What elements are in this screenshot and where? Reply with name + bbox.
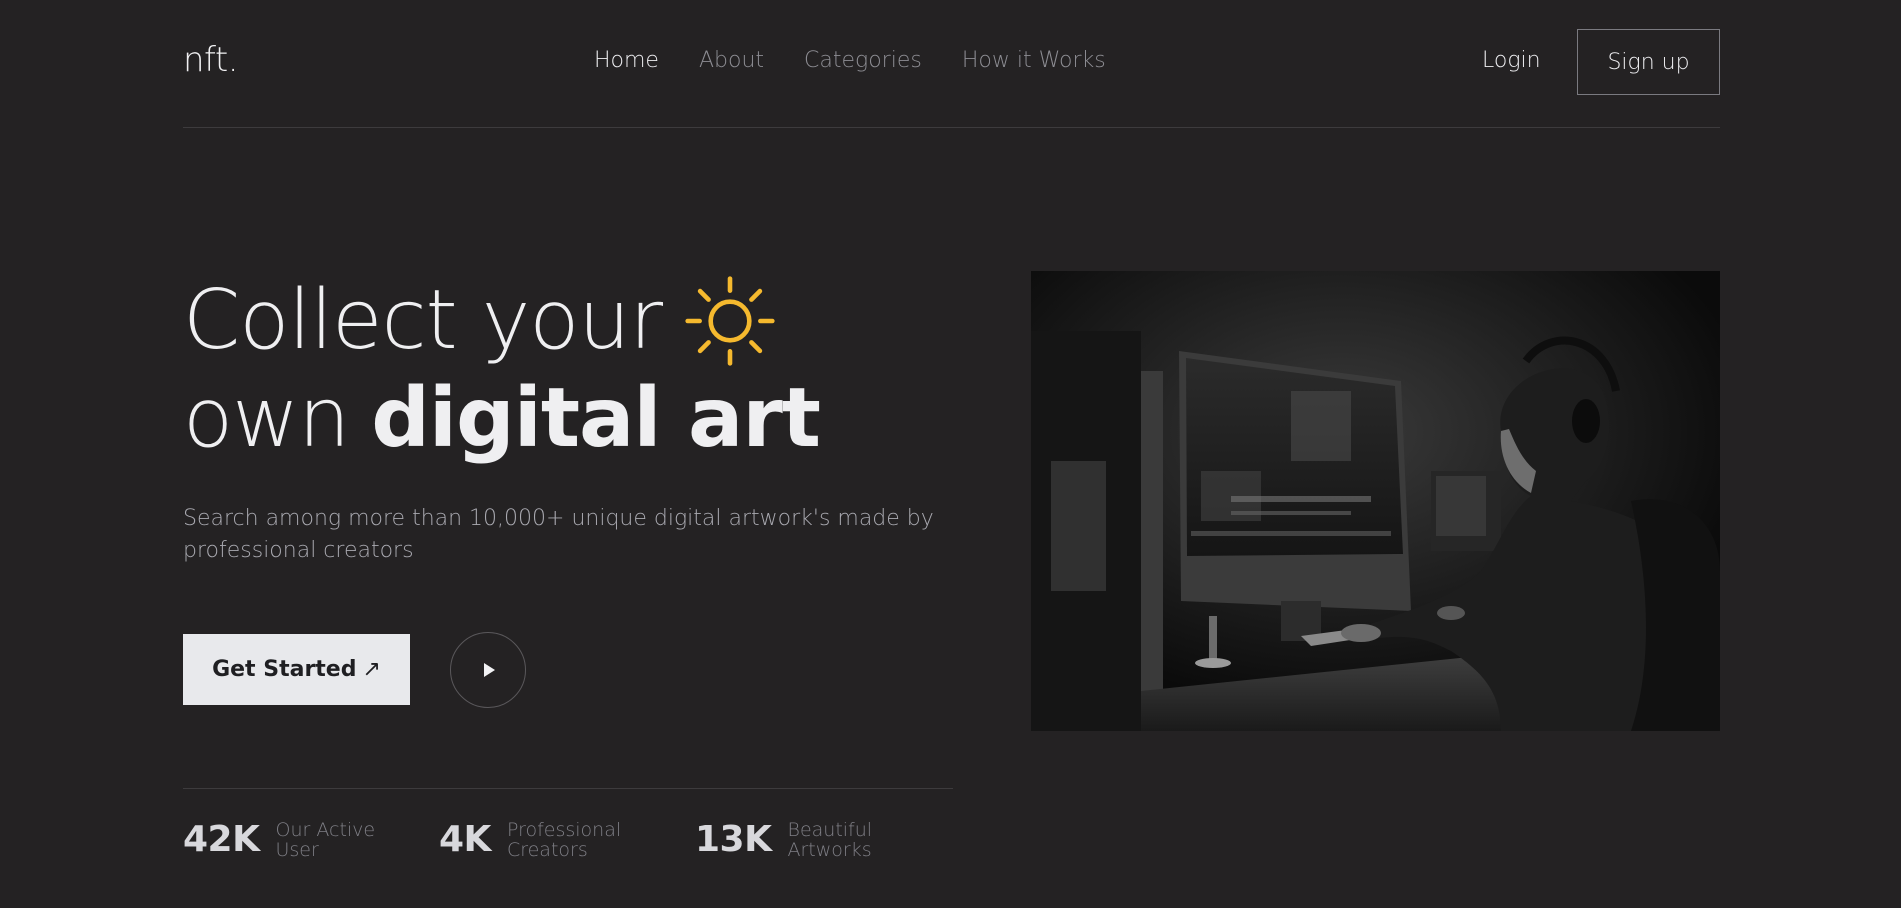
person-at-computer-photo xyxy=(1031,271,1720,731)
stat-label-line-1: Professional xyxy=(506,819,622,841)
hero-photo xyxy=(1031,271,1720,731)
play-video-button[interactable] xyxy=(450,632,526,708)
stat-value: 13K xyxy=(695,819,772,860)
get-started-button[interactable]: Get Started ↗ xyxy=(183,634,410,705)
arrow-up-right-icon: ↗ xyxy=(362,657,381,682)
nav-how-it-works[interactable]: How it Works xyxy=(962,48,1106,73)
headline-line-1: Collect your xyxy=(183,272,943,370)
get-started-label: Get Started xyxy=(212,657,357,682)
nav-categories[interactable]: Categories xyxy=(804,48,922,73)
hero-subtitle: Search among more than 10,000+ unique di… xyxy=(183,506,934,563)
headline-line-2: own digital art xyxy=(183,370,943,468)
sun-icon xyxy=(685,276,775,366)
stat-label-line-2: Creators xyxy=(506,839,588,861)
stat-value: 42K xyxy=(183,819,260,860)
login-link[interactable]: Login xyxy=(1482,48,1541,73)
stats-divider xyxy=(183,788,953,789)
stat-label: Professional Creators xyxy=(507,820,637,860)
stat-label-line-1: Our Active xyxy=(275,819,376,841)
stat-value: 4K xyxy=(439,819,491,860)
stat-label-line-2: User xyxy=(275,839,319,861)
main-nav: Home About Categories How it Works xyxy=(594,48,1106,73)
header-divider xyxy=(183,127,1720,128)
stat-label-line-1: Beautiful xyxy=(787,819,873,841)
signup-button[interactable]: Sign up xyxy=(1577,29,1720,95)
nav-home[interactable]: Home xyxy=(594,48,659,73)
stat-label: Our Active User xyxy=(276,820,406,860)
nav-about[interactable]: About xyxy=(699,48,764,73)
headline-text-2-light: own xyxy=(183,371,350,466)
headline-text-2-bold: digital art xyxy=(371,371,821,466)
logo[interactable]: nft. xyxy=(183,40,239,80)
landing-page: nft. Home About Categories How it Works … xyxy=(0,0,1901,908)
hero-headline: Collect your own digital art xyxy=(183,272,943,468)
stat-beautiful-artworks: 13K Beautiful Artworks xyxy=(695,818,918,862)
stat-active-users: 42K Our Active User xyxy=(183,818,406,862)
headline-text-1: Collect your xyxy=(183,273,663,368)
stat-label: Beautiful Artworks xyxy=(788,820,918,860)
stat-professional-creators: 4K Professional Creators xyxy=(439,818,637,862)
stat-label-line-2: Artworks xyxy=(787,839,872,861)
play-icon xyxy=(484,663,495,677)
